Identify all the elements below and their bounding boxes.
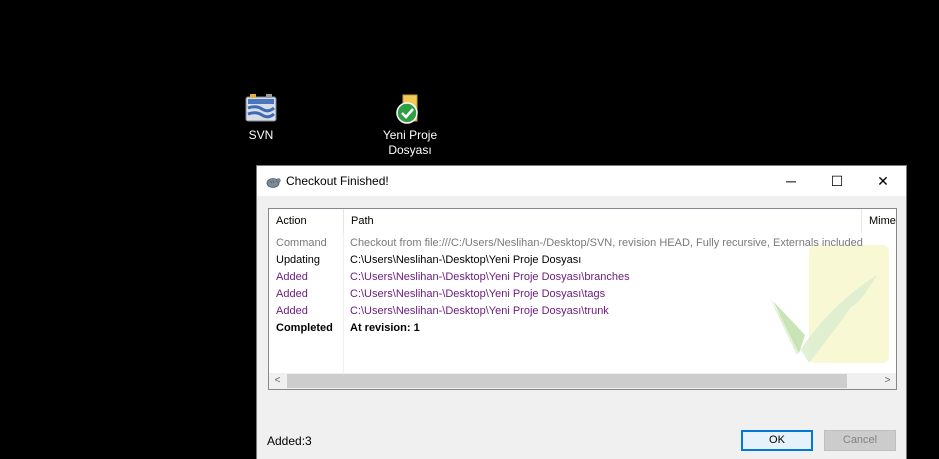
table-row[interactable]: Completed At revision: 1 [269, 320, 896, 337]
row-path: Checkout from file:///C:/Users/Neslihan-… [350, 237, 863, 249]
table-row[interactable]: Added C:\Users\Neslihan-\Desktop\Yeni Pr… [269, 269, 896, 286]
checkout-finished-dialog: Checkout Finished! ─ ☐ ✕ Action Path Mim… [256, 165, 907, 459]
horizontal-scrollbar[interactable]: < > [269, 373, 896, 389]
row-path: C:\Users\Neslihan-\Desktop\Yeni Proje Do… [350, 254, 582, 266]
folder-checked-icon [393, 93, 427, 125]
minimize-button[interactable]: ─ [768, 166, 814, 196]
row-action: Completed [276, 322, 333, 334]
status-summary: Added:3 [267, 434, 312, 448]
row-path: At revision: 1 [350, 322, 420, 334]
column-header-path[interactable]: Path [344, 209, 862, 233]
desktop-icon-project-folder[interactable]: Yeni Proje Dosyası [365, 93, 455, 158]
title-bar[interactable]: Checkout Finished! ─ ☐ ✕ [257, 166, 906, 196]
row-path: C:\Users\Neslihan-\Desktop\Yeni Proje Do… [350, 305, 609, 317]
scrollbar-thumb[interactable] [287, 374, 847, 388]
desktop-icon-label-line1: Yeni Proje [382, 128, 438, 142]
table-row[interactable]: Added C:\Users\Neslihan-\Desktop\Yeni Pr… [269, 303, 896, 320]
row-path: C:\Users\Neslihan-\Desktop\Yeni Proje Do… [350, 288, 606, 300]
table-row[interactable]: Command Checkout from file:///C:/Users/N… [269, 235, 896, 252]
scroll-right-arrow-icon[interactable]: > [879, 373, 896, 389]
column-header-mime-type[interactable]: Mime t [862, 209, 896, 233]
desktop-icon-label-line2: Dosyası [388, 143, 432, 157]
desktop-icon-label: SVN [248, 128, 274, 142]
scroll-left-arrow-icon[interactable]: < [269, 373, 286, 389]
row-action: Added [276, 305, 308, 317]
maximize-button[interactable]: ☐ [814, 166, 860, 196]
result-rows: Command Checkout from file:///C:/Users/N… [269, 235, 896, 337]
column-header-action[interactable]: Action [269, 209, 344, 233]
desktop-icon-svn[interactable]: SVN [216, 93, 306, 143]
svn-repository-icon [244, 93, 278, 125]
ok-button[interactable]: OK [741, 430, 813, 451]
row-action: Command [276, 237, 327, 249]
list-header: Action Path Mime t [269, 209, 896, 233]
cancel-button[interactable]: Cancel [824, 430, 896, 451]
row-action: Added [276, 288, 308, 300]
dialog-title: Checkout Finished! [286, 174, 389, 188]
table-row[interactable]: Updating C:\Users\Neslihan-\Desktop\Yeni… [269, 252, 896, 269]
tortoise-icon [265, 174, 281, 190]
row-action: Updating [276, 254, 321, 266]
close-button[interactable]: ✕ [860, 166, 906, 196]
row-path: C:\Users\Neslihan-\Desktop\Yeni Proje Do… [350, 271, 630, 283]
table-row[interactable]: Added C:\Users\Neslihan-\Desktop\Yeni Pr… [269, 286, 896, 303]
row-action: Added [276, 271, 308, 283]
results-list[interactable]: Action Path Mime t Command Checkout from… [268, 208, 897, 390]
